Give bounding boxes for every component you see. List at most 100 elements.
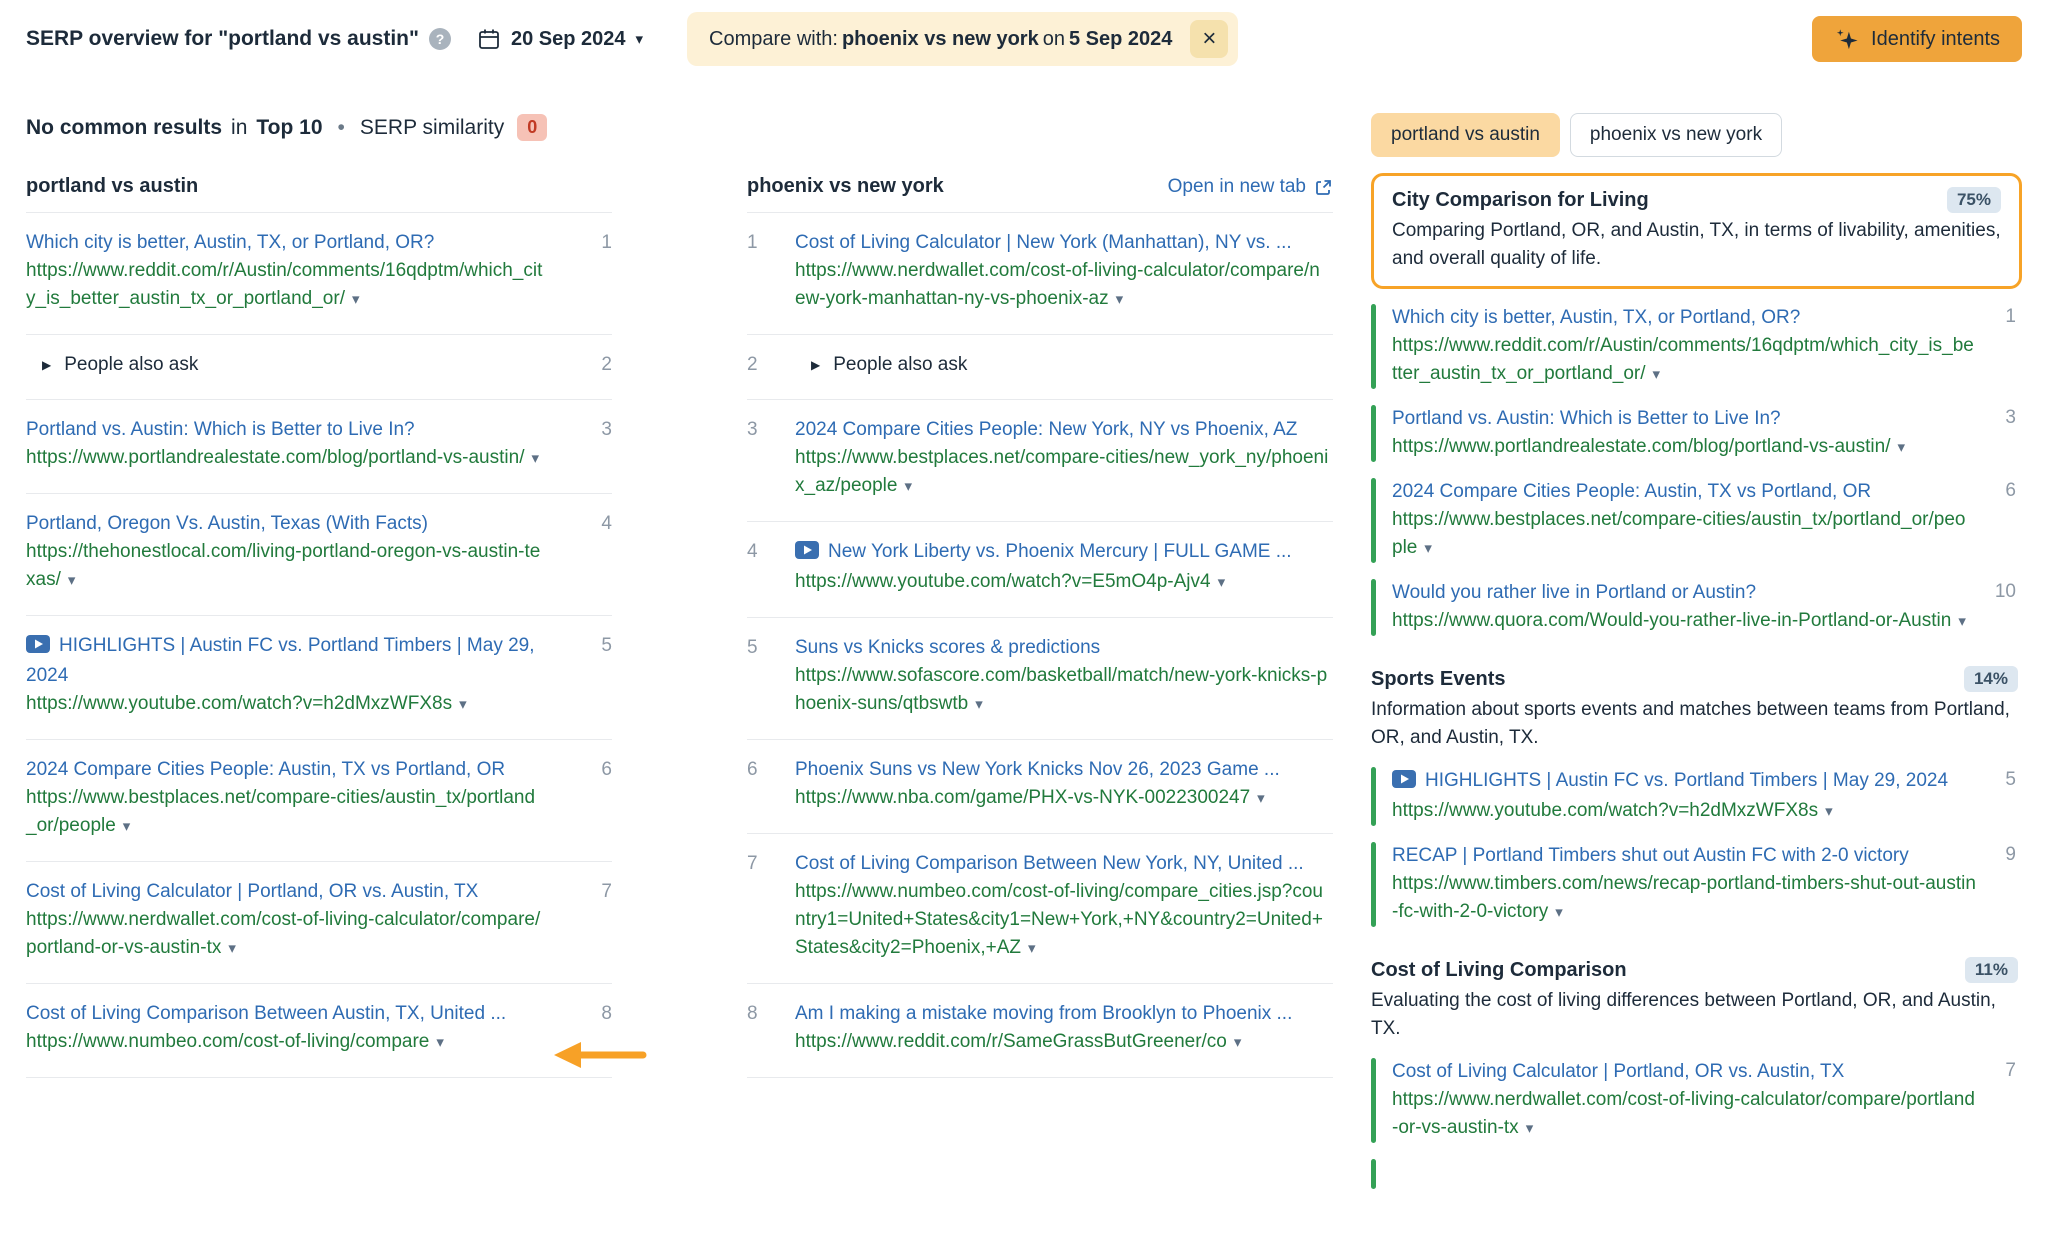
- intent-card-cost-of-living[interactable]: Cost of Living Comparison 11% Evaluating…: [1371, 957, 2022, 1043]
- chevron-down-icon[interactable]: [68, 572, 76, 589]
- chevron-down-icon[interactable]: [1897, 439, 1905, 456]
- result-url-text[interactable]: https://www.sofascore.com/basketball/mat…: [795, 665, 1327, 714]
- chevron-down-icon[interactable]: [1424, 540, 1432, 557]
- result-title-link[interactable]: HIGHLIGHTS | Austin FC vs. Portland Timb…: [26, 632, 544, 690]
- result-url-text[interactable]: https://www.youtube.com/watch?v=h2dMxzWF…: [26, 693, 452, 714]
- result-title-link[interactable]: Portland, Oregon Vs. Austin, Texas (With…: [26, 510, 544, 538]
- intent-percent-badge: 14%: [1964, 666, 2018, 692]
- result-url-text[interactable]: https://www.nerdwallet.com/cost-of-livin…: [1392, 1089, 1975, 1138]
- result-url-text[interactable]: https://www.nba.com/game/PHX-vs-NYK-0022…: [795, 787, 1250, 808]
- result-title-link[interactable]: Portland vs. Austin: Which is Better to …: [26, 416, 544, 444]
- result-title-link[interactable]: 2024 Compare Cities People: Austin, TX v…: [26, 756, 544, 784]
- result-title-link[interactable]: Cost of Living Comparison Between New Yo…: [795, 850, 1329, 878]
- serp-result-row: 8 Am I making a mistake moving from Broo…: [747, 984, 1333, 1078]
- result-title-link[interactable]: New York Liberty vs. Phoenix Mercury | F…: [795, 538, 1329, 568]
- result-url-text[interactable]: https://www.quora.com/Would-you-rather-l…: [1392, 610, 1951, 631]
- chevron-down-icon[interactable]: [459, 696, 467, 713]
- result-url-text[interactable]: https://www.reddit.com/r/Austin/comments…: [1392, 335, 1974, 384]
- result-url-text[interactable]: https://www.bestplaces.net/compare-citie…: [26, 787, 535, 836]
- chevron-down-icon[interactable]: [1234, 1034, 1242, 1051]
- chevron-down-icon[interactable]: [1526, 1120, 1534, 1137]
- result-title-link[interactable]: Which city is better, Austin, TX, or Por…: [26, 229, 544, 257]
- result-title-link[interactable]: Suns vs Knicks scores & predictions: [795, 634, 1329, 662]
- result-title-text: Cost of Living Calculator | New York (Ma…: [795, 232, 1292, 253]
- help-icon[interactable]: [429, 28, 451, 50]
- chevron-down-icon: [636, 30, 644, 48]
- result-title-link[interactable]: Phoenix Suns vs New York Knicks Nov 26, …: [795, 756, 1329, 784]
- result-url-text[interactable]: https://www.timbers.com/news/recap-portl…: [1392, 873, 1976, 922]
- result-url-text[interactable]: https://www.portlandrealestate.com/blog/…: [26, 447, 524, 468]
- result-title-link[interactable]: Cost of Living Calculator | Portland, OR…: [1392, 1058, 1976, 1086]
- result-marker: [1371, 579, 1376, 636]
- result-marker: [1371, 1058, 1376, 1143]
- chevron-down-icon[interactable]: [904, 478, 912, 495]
- result-title-link[interactable]: Portland vs. Austin: Which is Better to …: [1392, 405, 1976, 433]
- result-body: Cost of Living Calculator | Portland, OR…: [1392, 1058, 1976, 1143]
- tab-phoenix-vs-new-york[interactable]: phoenix vs new york: [1570, 113, 1782, 157]
- result-title-link[interactable]: 2024 Compare Cities People: New York, NY…: [795, 416, 1329, 444]
- date-picker[interactable]: 20 Sep 2024: [477, 27, 643, 51]
- chevron-down-icon[interactable]: [531, 450, 539, 467]
- result-title-text: 2024 Compare Cities People: Austin, TX v…: [1392, 481, 1871, 502]
- result-body: New York Liberty vs. Phoenix Mercury | F…: [795, 538, 1333, 597]
- chevron-down-icon[interactable]: [1116, 291, 1124, 308]
- result-title-text: Which city is better, Austin, TX, or Por…: [26, 232, 434, 253]
- column-title: phoenix vs new york: [747, 175, 944, 198]
- chevron-down-icon[interactable]: [1257, 790, 1265, 807]
- result-url-text[interactable]: https://www.numbeo.com/cost-of-living/co…: [26, 1031, 429, 1052]
- result-url: https://thehonestlocal.com/living-portla…: [26, 538, 544, 595]
- result-url-text[interactable]: https://www.youtube.com/watch?v=E5mO4p-A…: [795, 571, 1211, 592]
- chevron-down-icon[interactable]: [123, 818, 131, 835]
- chevron-down-icon[interactable]: [352, 291, 360, 308]
- intent-card-sports-events[interactable]: Sports Events 14% Information about spor…: [1371, 666, 2022, 752]
- result-url: https://www.nerdwallet.com/cost-of-livin…: [1392, 1086, 1976, 1143]
- chevron-down-icon[interactable]: [1653, 366, 1661, 383]
- chevron-down-icon[interactable]: [1958, 613, 1966, 630]
- result-body: Would you rather live in Portland or Aus…: [1392, 579, 1976, 636]
- result-title-link[interactable]: RECAP | Portland Timbers shut out Austin…: [1392, 842, 1976, 870]
- result-url-text[interactable]: https://www.nerdwallet.com/cost-of-livin…: [795, 260, 1320, 309]
- intent-name: City Comparison for Living: [1392, 189, 1947, 212]
- result-url-text[interactable]: https://www.reddit.com/r/SameGrassButGre…: [795, 1031, 1227, 1052]
- result-url-text[interactable]: https://www.numbeo.com/cost-of-living/co…: [795, 881, 1323, 958]
- result-position: 1: [747, 229, 795, 314]
- open-in-new-tab-link[interactable]: Open in new tab: [1168, 176, 1333, 198]
- result-url-text[interactable]: https://www.reddit.com/r/Austin/comments…: [26, 260, 542, 309]
- result-url-text[interactable]: https://www.portlandrealestate.com/blog/…: [1392, 436, 1890, 457]
- result-title-link[interactable]: Cost of Living Calculator | New York (Ma…: [795, 229, 1329, 257]
- chevron-down-icon[interactable]: [1825, 803, 1833, 820]
- intent-description: Information about sports events and matc…: [1371, 696, 2018, 752]
- tab-portland-vs-austin[interactable]: portland vs austin: [1371, 113, 1560, 157]
- result-url-text[interactable]: https://www.bestplaces.net/compare-citie…: [795, 447, 1328, 496]
- people-also-ask-row[interactable]: People also ask: [795, 351, 1329, 379]
- intent-card-city-comparison[interactable]: City Comparison for Living 75% Comparing…: [1371, 173, 2022, 289]
- result-url-text[interactable]: https://www.bestplaces.net/compare-citie…: [1392, 509, 1965, 558]
- result-position: 3: [747, 416, 795, 501]
- result-title-text: HIGHLIGHTS | Austin FC vs. Portland Timb…: [26, 635, 535, 686]
- people-also-ask-row[interactable]: People also ask: [26, 351, 544, 379]
- result-url-text[interactable]: https://www.nerdwallet.com/cost-of-livin…: [26, 909, 540, 958]
- result-title-link[interactable]: Cost of Living Comparison Between Austin…: [26, 1000, 544, 1028]
- result-body: 2024 Compare Cities People: Austin, TX v…: [1392, 478, 1976, 563]
- chevron-down-icon[interactable]: [1555, 904, 1563, 921]
- chevron-down-icon[interactable]: [1028, 940, 1036, 957]
- result-title-link[interactable]: Which city is better, Austin, TX, or Por…: [1392, 304, 1976, 332]
- result-position: 7: [747, 850, 795, 963]
- chevron-down-icon[interactable]: [228, 940, 236, 957]
- result-body: Cost of Living Calculator | New York (Ma…: [795, 229, 1333, 314]
- identify-intents-button[interactable]: Identify intents: [1812, 16, 2022, 62]
- result-title-link[interactable]: Cost of Living Calculator | Portland, OR…: [26, 878, 544, 906]
- result-position: 1: [568, 229, 612, 314]
- result-title-link[interactable]: Am I making a mistake moving from Brookl…: [795, 1000, 1329, 1028]
- result-title-link[interactable]: HIGHLIGHTS | Austin FC vs. Portland Timb…: [1392, 767, 1976, 797]
- close-icon[interactable]: [1190, 20, 1228, 58]
- result-url-text[interactable]: https://thehonestlocal.com/living-portla…: [26, 541, 540, 590]
- result-title-link[interactable]: Would you rather live in Portland or Aus…: [1392, 579, 1976, 607]
- result-title-link[interactable]: 2024 Compare Cities People: Austin, TX v…: [1392, 478, 1976, 506]
- chevron-down-icon[interactable]: [975, 696, 983, 713]
- chevron-down-icon[interactable]: [436, 1034, 444, 1051]
- chevron-down-icon[interactable]: [1218, 574, 1226, 591]
- result-url-text[interactable]: https://www.youtube.com/watch?v=h2dMxzWF…: [1392, 800, 1818, 821]
- compare-on: on: [1043, 28, 1065, 50]
- organic-result: Cost of Living Calculator | New York (Ma…: [795, 229, 1329, 314]
